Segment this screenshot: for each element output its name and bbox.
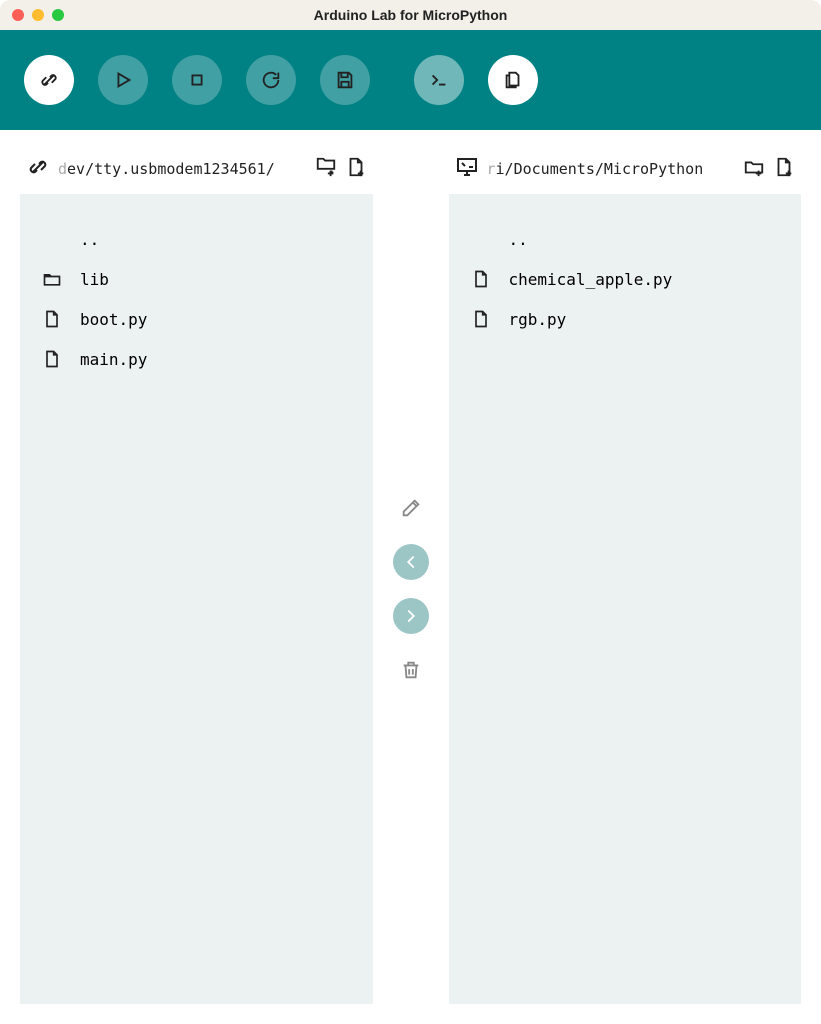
- folder-plus-icon: [315, 156, 337, 178]
- move-right-button[interactable]: [393, 598, 429, 634]
- device-pane-header: dev/tty.usbmodem1234561/: [20, 154, 373, 194]
- terminal-icon: [428, 69, 450, 91]
- local-file-list: .. chemical_apple.py rgb.py: [449, 194, 802, 1004]
- monitor-icon: [455, 155, 479, 183]
- device-path: dev/tty.usbmodem1234561/: [58, 160, 307, 178]
- reset-button[interactable]: [246, 55, 296, 105]
- entry-label: ..: [80, 230, 99, 249]
- window-title: Arduino Lab for MicroPython: [0, 7, 821, 23]
- device-pane: dev/tty.usbmodem1234561/ .. lib boot.py: [20, 154, 373, 1004]
- stop-button[interactable]: [172, 55, 222, 105]
- file-icon: [471, 269, 491, 289]
- up-entry[interactable]: ..: [38, 220, 355, 259]
- new-file-button[interactable]: [345, 156, 367, 182]
- entry-label: lib: [80, 270, 109, 289]
- transfer-controls: [373, 154, 449, 1004]
- local-pane-header: ri/Documents/MicroPython: [449, 154, 802, 194]
- chevron-left-icon: [400, 551, 422, 573]
- save-icon: [334, 69, 356, 91]
- files-button[interactable]: [488, 55, 538, 105]
- copy-file-icon: [502, 69, 524, 91]
- local-pane: ri/Documents/MicroPython .. chemical_app…: [449, 154, 802, 1004]
- list-item[interactable]: boot.py: [38, 299, 355, 339]
- file-icon: [42, 309, 62, 329]
- file-icon: [471, 309, 491, 329]
- new-folder-button[interactable]: [743, 156, 765, 182]
- list-item[interactable]: lib: [38, 259, 355, 299]
- device-file-list: .. lib boot.py main.py: [20, 194, 373, 1004]
- stop-icon: [186, 69, 208, 91]
- edit-button[interactable]: [393, 490, 429, 526]
- run-group: [98, 55, 296, 105]
- entry-label: ..: [509, 230, 528, 249]
- file-plus-icon: [773, 156, 795, 178]
- plug-icon: [38, 69, 60, 91]
- connect-button[interactable]: [24, 55, 74, 105]
- view-group: [414, 55, 538, 105]
- reload-icon: [260, 69, 282, 91]
- chevron-right-icon: [400, 605, 422, 627]
- entry-label: boot.py: [80, 310, 147, 329]
- trash-icon: [400, 659, 422, 681]
- folder-plus-icon: [743, 156, 765, 178]
- new-folder-button[interactable]: [315, 156, 337, 182]
- traffic-lights: [0, 9, 64, 21]
- terminal-button[interactable]: [414, 55, 464, 105]
- entry-label: chemical_apple.py: [509, 270, 673, 289]
- titlebar: Arduino Lab for MicroPython: [0, 0, 821, 30]
- window-maximize-button[interactable]: [52, 9, 64, 21]
- new-file-button[interactable]: [773, 156, 795, 182]
- window-minimize-button[interactable]: [32, 9, 44, 21]
- local-path: ri/Documents/MicroPython: [487, 160, 736, 178]
- list-item[interactable]: main.py: [38, 339, 355, 379]
- toolbar: [0, 30, 821, 130]
- entry-label: main.py: [80, 350, 147, 369]
- delete-button[interactable]: [393, 652, 429, 688]
- content: dev/tty.usbmodem1234561/ .. lib boot.py: [0, 130, 821, 1024]
- move-left-button[interactable]: [393, 544, 429, 580]
- up-entry[interactable]: ..: [467, 220, 784, 259]
- entry-label: rgb.py: [509, 310, 567, 329]
- run-button[interactable]: [98, 55, 148, 105]
- plug-icon: [26, 155, 50, 183]
- list-item[interactable]: rgb.py: [467, 299, 784, 339]
- folder-icon: [42, 269, 62, 289]
- window-close-button[interactable]: [12, 9, 24, 21]
- file-plus-icon: [345, 156, 367, 178]
- list-item[interactable]: chemical_apple.py: [467, 259, 784, 299]
- save-button[interactable]: [320, 55, 370, 105]
- file-icon: [42, 349, 62, 369]
- edit-icon: [400, 497, 422, 519]
- play-icon: [112, 69, 134, 91]
